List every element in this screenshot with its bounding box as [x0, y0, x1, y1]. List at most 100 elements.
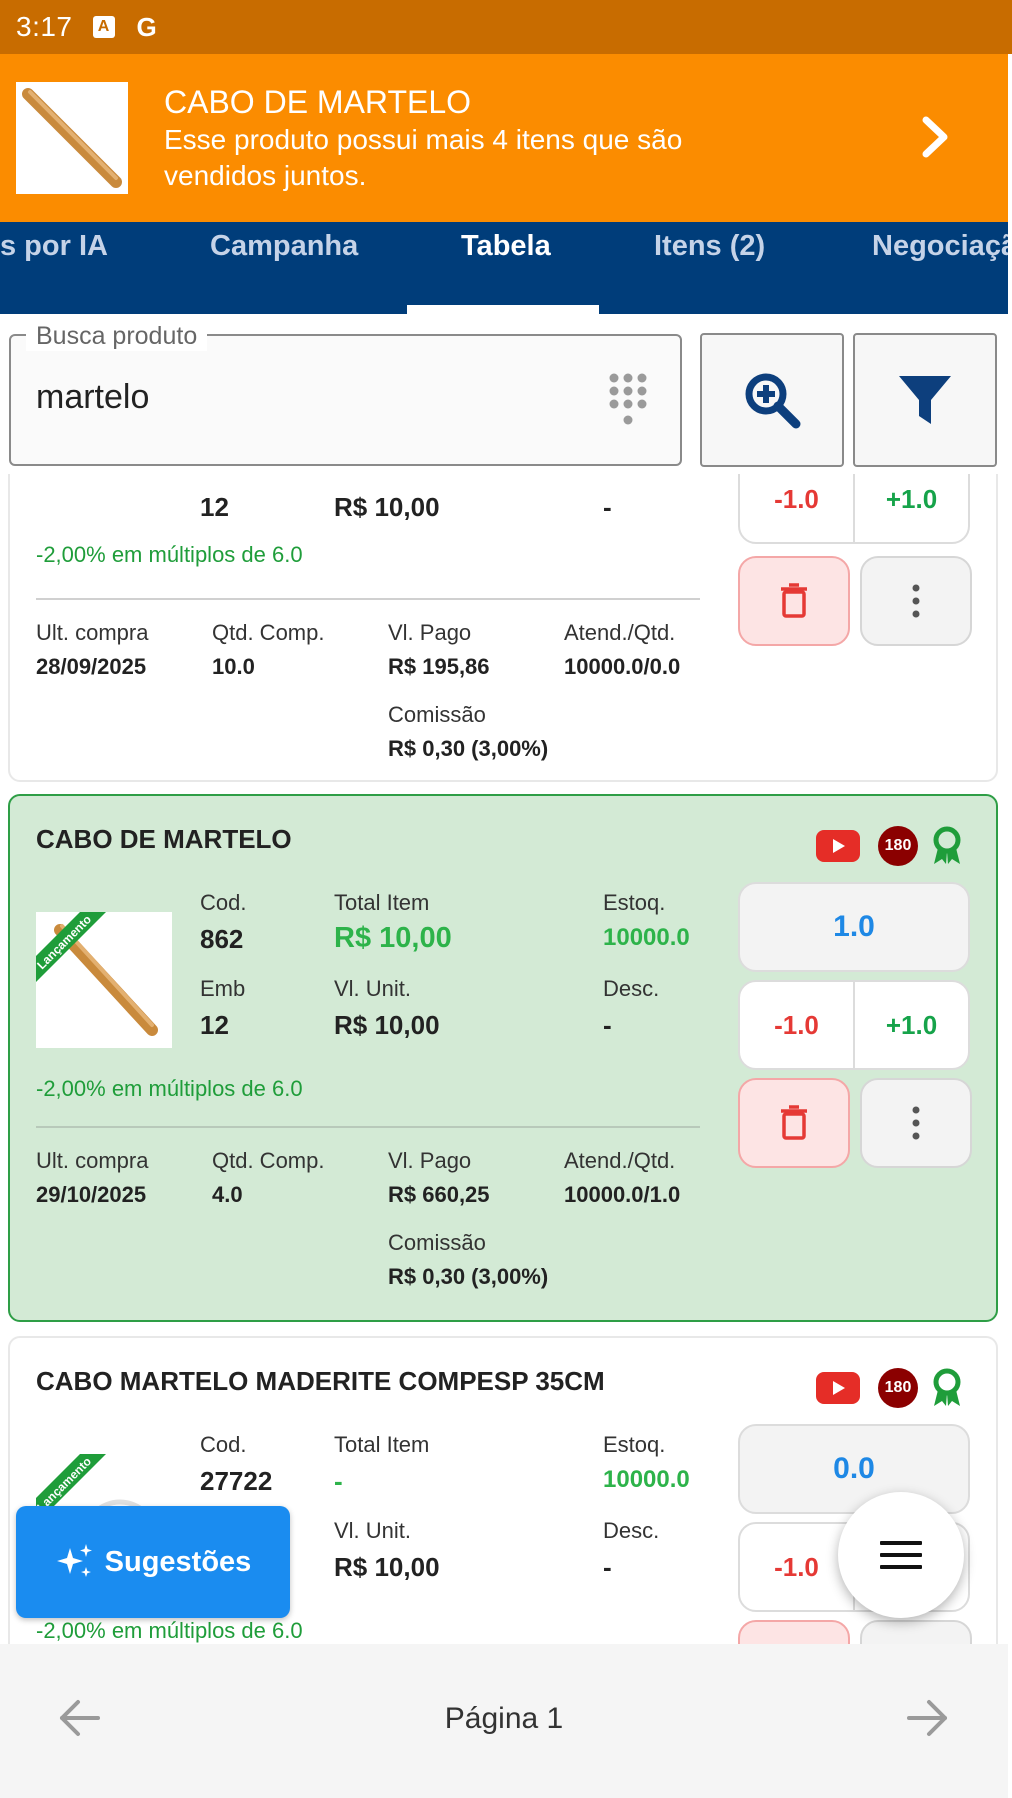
total-item-value: -	[334, 1466, 343, 1496]
qtd-comp-label: Qtd. Comp.	[212, 620, 325, 645]
zoom-in-icon	[745, 373, 801, 429]
page-label: Página 1	[444, 1702, 564, 1735]
product-image[interactable]: Lançamento	[36, 912, 172, 1048]
menu-fab[interactable]	[838, 1492, 964, 1618]
product-card: 12 R$ 10,00 - -1.0 +1.0 -2,00% em múltip…	[8, 474, 998, 782]
vl-unit-value: R$ 10,00	[334, 1010, 440, 1040]
ult-compra-label: Ult. compra	[36, 620, 149, 645]
more-vert-icon	[912, 584, 920, 618]
divider	[36, 1126, 700, 1128]
more-options-button[interactable]	[860, 556, 972, 646]
estoq-label: Estoq.	[603, 1432, 666, 1457]
cod-label: Cod.	[200, 890, 247, 915]
decrement-button[interactable]: -1.0	[740, 474, 855, 542]
pagination-bar: Página 1	[0, 1644, 1008, 1798]
product-name: CABO DE MARTELO	[36, 824, 292, 854]
quantity-input[interactable]: 0.0	[738, 1424, 970, 1514]
vl-pago-label: Vl. Pago	[388, 620, 472, 645]
desc-value: -	[603, 492, 612, 522]
delete-button[interactable]	[738, 556, 850, 646]
filter-button[interactable]	[853, 333, 997, 467]
total-item-label: Total Item	[334, 1432, 430, 1457]
total-item-label: Total Item	[334, 890, 430, 915]
tab-itens[interactable]: Itens (2)	[654, 222, 765, 314]
vl-pago-value: R$ 195,86	[388, 654, 490, 679]
cod-value: 862	[200, 924, 244, 954]
decrement-button[interactable]: -1.0	[740, 982, 855, 1068]
estoq-value: 10000.0	[603, 924, 690, 951]
trash-icon	[781, 583, 807, 618]
notification-a-icon: A	[92, 16, 115, 38]
decrement-button[interactable]: -1.0	[740, 1524, 855, 1610]
sparkles-icon	[56, 1544, 92, 1577]
google-icon: G	[136, 11, 157, 42]
comissao-value: R$ 0,30 (3,00%)	[388, 736, 549, 761]
zoom-search-button[interactable]	[700, 333, 844, 467]
emb-value: 12	[200, 492, 229, 522]
product-card-selected[interactable]: CABO DE MARTELO 180 Lançamento Cod. 862 …	[8, 794, 998, 1322]
divider	[36, 598, 700, 600]
promo-text: -2,00% em múltiplos de 6.0	[36, 1618, 303, 1643]
comissao-value: R$ 0,30 (3,00%)	[388, 1264, 549, 1289]
chevron-right-icon[interactable]	[910, 112, 960, 162]
vl-unit-label: Vl. Unit.	[334, 1518, 412, 1543]
ult-compra-value: 28/09/2025	[36, 654, 147, 679]
comissao-label: Comissão	[388, 1230, 486, 1255]
related-products-banner[interactable]: CABO DE MARTELO Esse produto possui mais…	[0, 54, 1008, 222]
vl-unit-label: Vl. Unit.	[334, 976, 412, 1001]
vl-pago-value: R$ 660,25	[388, 1182, 490, 1207]
more-options-button[interactable]	[860, 1078, 972, 1168]
estoq-label: Estoq.	[603, 890, 666, 915]
increment-button[interactable]: +1.0	[855, 474, 968, 542]
suggestions-label: Sugestões	[104, 1545, 252, 1578]
tab-tabela[interactable]: Tabela	[461, 222, 551, 314]
product-name: CABO MARTELO MADERITE COMPESP 35CM	[36, 1366, 605, 1396]
qtd-comp-value: 4.0	[212, 1182, 243, 1207]
status-time: 3:17	[16, 11, 73, 42]
banner-subtitle: Esse produto possui mais 4 itens que são…	[164, 124, 683, 191]
search-label: Busca produto	[26, 322, 208, 351]
award-icon	[933, 826, 961, 864]
product-list: 12 R$ 10,00 - -1.0 +1.0 -2,00% em múltip…	[0, 474, 1008, 1644]
ult-compra-value: 29/10/2025	[36, 1182, 147, 1207]
shelf-life-badge: 180	[878, 826, 918, 866]
suggestions-button[interactable]: Sugestões	[16, 1506, 290, 1618]
promo-text: -2,00% em múltiplos de 6.0	[36, 542, 303, 567]
tab-sugestoes-ia[interactable]: s por IA	[0, 222, 108, 314]
quantity-stepper[interactable]: -1.0 +1.0	[738, 980, 970, 1070]
banner-title: CABO DE MARTELO	[164, 84, 472, 120]
quantity-stepper[interactable]: -1.0 +1.0	[738, 474, 970, 544]
dialpad-icon[interactable]	[608, 372, 648, 428]
desc-value: -	[603, 1010, 612, 1040]
atend-label: Atend./Qtd.	[564, 1148, 676, 1173]
tab-campanha[interactable]: Campanha	[210, 222, 358, 314]
total-item-value: R$ 10,00	[334, 922, 452, 954]
cod-value: 27722	[200, 1466, 273, 1496]
desc-value: -	[603, 1552, 612, 1582]
desc-label: Desc.	[603, 976, 660, 1001]
delete-button[interactable]	[738, 1078, 850, 1168]
emb-label: Emb	[200, 976, 246, 1001]
vl-unit-value: R$ 10,00	[334, 1552, 440, 1582]
tab-bar: s por IA Campanha Tabela Itens (2) Negoc…	[0, 222, 1008, 314]
search-value[interactable]: martelo	[36, 378, 149, 417]
arrow-right-icon[interactable]	[905, 1696, 949, 1740]
delete-button[interactable]	[738, 1620, 850, 1644]
estoq-value: 10000.0	[603, 1466, 690, 1493]
trash-icon	[781, 1105, 807, 1140]
comissao-label: Comissão	[388, 702, 486, 727]
tab-negociacao[interactable]: Negociaçã	[872, 222, 1008, 314]
banner-product-image	[16, 82, 128, 194]
quantity-input[interactable]: 1.0	[738, 882, 970, 972]
status-bar: 3:17 A G	[0, 0, 1012, 54]
filter-icon	[899, 376, 951, 424]
atend-value: 10000.0/1.0	[564, 1182, 681, 1207]
youtube-icon[interactable]	[816, 1372, 860, 1404]
more-options-button[interactable]	[860, 1620, 972, 1644]
qtd-comp-value: 10.0	[212, 654, 255, 679]
youtube-icon[interactable]	[816, 830, 860, 862]
increment-button[interactable]: +1.0	[855, 982, 968, 1068]
vl-unit-value: R$ 10,00	[334, 492, 440, 522]
active-tab-indicator	[407, 305, 599, 314]
more-vert-icon	[912, 1106, 920, 1140]
